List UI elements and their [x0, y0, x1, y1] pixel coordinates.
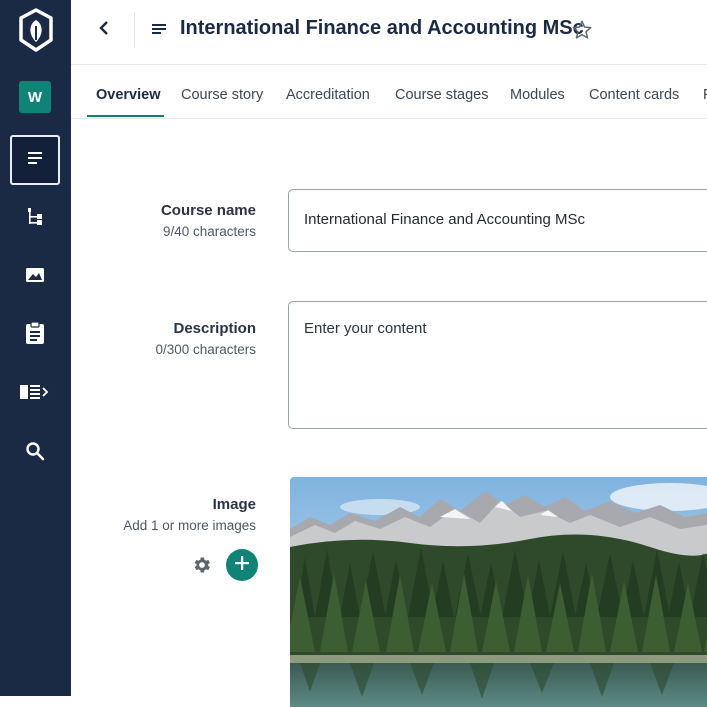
tab-partial[interactable]: F [703, 64, 707, 117]
course-name-input[interactable]: International Finance and Accounting MSc [288, 189, 707, 252]
tab-content-cards[interactable]: Content cards [589, 64, 679, 117]
star-icon[interactable] [571, 19, 593, 46]
image-help: Add 1 or more images [123, 518, 256, 533]
logo-icon[interactable] [13, 6, 59, 56]
description-placeholder: Enter your content [304, 320, 427, 337]
header-divider [134, 12, 135, 48]
sidebar-item-clipboard[interactable] [10, 310, 60, 360]
gear-icon[interactable] [192, 555, 212, 580]
image-label: Image [212, 496, 256, 513]
sidebar-item-expand[interactable] [10, 369, 60, 419]
tab-course-story[interactable]: Course story [181, 64, 263, 117]
sidebar: W [0, 0, 71, 696]
description-label: Description [173, 320, 256, 337]
sidebar-item-search[interactable] [10, 428, 60, 478]
landscape-image [290, 477, 707, 707]
sidebar-item-media[interactable] [10, 252, 60, 302]
course-name-label: Course name [160, 202, 256, 219]
tab-modules[interactable]: Modules [510, 64, 565, 117]
active-tab-indicator [87, 115, 164, 117]
document-icon [27, 151, 43, 170]
list-expand-icon [19, 384, 51, 405]
tab-accreditation[interactable]: Accreditation [286, 64, 370, 117]
clipboard-icon [25, 320, 45, 350]
page-title: International Finance and Accounting MSc [180, 17, 584, 39]
back-button[interactable] [89, 14, 119, 46]
workspace-initial: W [27, 88, 43, 106]
image-icon [25, 267, 45, 288]
sidebar-item-structure[interactable] [10, 194, 60, 244]
plus-icon [234, 555, 250, 576]
tree-icon [26, 207, 44, 232]
tab-bar: Overview Course story Accreditation Cour… [71, 64, 707, 119]
course-name-counter: 9/40 characters [162, 224, 256, 239]
document-icon [151, 22, 167, 41]
tab-course-stages[interactable]: Course stages [395, 64, 489, 117]
search-icon [25, 441, 45, 466]
course-image[interactable] [290, 477, 707, 707]
back-icon [98, 20, 110, 41]
course-name-value: International Finance and Accounting MSc [304, 211, 586, 228]
tab-overview[interactable]: Overview [96, 64, 161, 117]
add-image-button[interactable] [226, 549, 258, 581]
workspace-badge[interactable]: W [19, 81, 51, 113]
description-input[interactable]: Enter your content [288, 301, 707, 429]
top-bar: International Finance and Accounting MSc [71, 0, 707, 65]
description-counter: 0/300 characters [155, 342, 256, 357]
sidebar-item-overview[interactable] [10, 135, 60, 185]
